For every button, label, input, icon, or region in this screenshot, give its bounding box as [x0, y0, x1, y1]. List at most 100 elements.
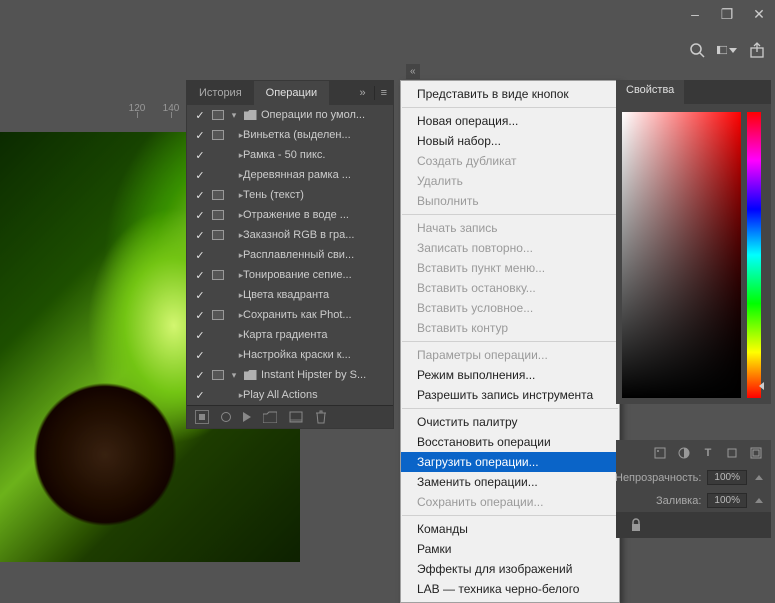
search-icon[interactable] — [687, 40, 707, 60]
filter-smart-icon[interactable] — [749, 446, 763, 460]
menu-item[interactable]: Эффекты для изображений — [401, 559, 619, 579]
color-field[interactable] — [622, 112, 741, 398]
menu-item[interactable]: Режим выполнения... — [401, 365, 619, 385]
toggle-checkmark[interactable]: ✓ — [191, 229, 209, 242]
panel-overflow-icon[interactable]: » — [351, 87, 373, 99]
menu-item: Записать повторно... — [401, 238, 619, 258]
toggle-checkmark[interactable]: ✓ — [191, 269, 209, 282]
chevron-right-icon[interactable]: ▸ — [227, 190, 241, 201]
hue-slider-handle[interactable] — [759, 382, 764, 390]
lock-icon[interactable] — [630, 518, 757, 532]
filter-image-icon[interactable] — [653, 446, 667, 460]
chevron-right-icon[interactable]: ▸ — [227, 170, 241, 181]
action-row[interactable]: ✓▸Карта градиента — [187, 325, 393, 345]
action-row[interactable]: ✓▸Тень (текст) — [187, 185, 393, 205]
stop-record-icon[interactable] — [195, 410, 209, 424]
panel-collapse-icon[interactable]: « — [406, 64, 420, 79]
chevron-right-icon[interactable]: ▸ — [227, 290, 241, 301]
dialog-toggle[interactable] — [209, 210, 227, 220]
close-button[interactable]: ✕ — [743, 2, 775, 26]
filter-shape-icon[interactable] — [725, 446, 739, 460]
chevron-right-icon[interactable]: ▸ — [227, 330, 241, 341]
chevron-right-icon[interactable]: ▸ — [227, 390, 241, 401]
minimize-button[interactable]: – — [679, 2, 711, 26]
chevron-right-icon[interactable]: ▸ — [227, 270, 241, 281]
toggle-checkmark[interactable]: ✓ — [191, 349, 209, 362]
chevron-right-icon[interactable]: ▸ — [227, 150, 241, 161]
action-row[interactable]: ✓▸Расплавленный сви... — [187, 245, 393, 265]
action-set-row[interactable]: ✓▾Instant Hipster by S... — [187, 365, 393, 385]
tab-properties[interactable]: Свойства — [616, 80, 684, 104]
panel-menu-icon[interactable]: ≡ — [375, 87, 393, 99]
toggle-checkmark[interactable]: ✓ — [191, 309, 209, 322]
toggle-checkmark[interactable]: ✓ — [191, 389, 209, 402]
action-row[interactable]: ✓▸Сохранить как Phot... — [187, 305, 393, 325]
chevron-right-icon[interactable]: ▸ — [227, 350, 241, 361]
play-icon[interactable] — [243, 412, 251, 422]
filter-adjustment-icon[interactable] — [677, 446, 691, 460]
new-set-icon[interactable] — [263, 411, 277, 423]
chevron-down-icon[interactable]: ▾ — [227, 370, 241, 381]
action-row[interactable]: ✓▸Play All Actions — [187, 385, 393, 405]
filter-type-icon[interactable]: T — [701, 446, 715, 460]
action-row[interactable]: ✓▸Деревянная рамка ... — [187, 165, 393, 185]
tab-history[interactable]: История — [187, 81, 254, 105]
share-icon[interactable] — [747, 40, 767, 60]
menu-item[interactable]: Команды — [401, 519, 619, 539]
chevron-right-icon[interactable]: ▸ — [227, 310, 241, 321]
dialog-toggle[interactable] — [209, 230, 227, 240]
action-row[interactable]: ✓▸Виньетка (выделен... — [187, 125, 393, 145]
action-row[interactable]: ✓▸Заказной RGB в гра... — [187, 225, 393, 245]
dialog-toggle[interactable] — [209, 370, 227, 380]
menu-item[interactable]: LAB — техника черно-белого — [401, 579, 619, 599]
tab-actions[interactable]: Операции — [254, 81, 329, 105]
record-icon[interactable] — [221, 412, 231, 422]
toggle-checkmark[interactable]: ✓ — [191, 109, 209, 122]
menu-item[interactable]: Новый набор... — [401, 131, 619, 151]
workspace-icon[interactable] — [717, 40, 737, 60]
menu-item[interactable]: Разрешить запись инструмента — [401, 385, 619, 405]
chevron-right-icon[interactable]: ▸ — [227, 230, 241, 241]
chevron-right-icon[interactable]: ▸ — [227, 130, 241, 141]
fill-dropdown-icon[interactable] — [755, 498, 763, 503]
opacity-value[interactable]: 100% — [707, 470, 747, 485]
menu-item[interactable]: Загрузить операции... — [401, 452, 619, 472]
opacity-dropdown-icon[interactable] — [755, 475, 763, 480]
menu-item[interactable]: Представить в виде кнопок — [401, 84, 619, 104]
menu-item[interactable]: Очистить палитру — [401, 412, 619, 432]
action-row[interactable]: ✓▸Рамка - 50 пикс. — [187, 145, 393, 165]
fill-value[interactable]: 100% — [707, 493, 747, 508]
dialog-toggle[interactable] — [209, 270, 227, 280]
dialog-toggle[interactable] — [209, 190, 227, 200]
menu-item[interactable]: Новая операция... — [401, 111, 619, 131]
toggle-checkmark[interactable]: ✓ — [191, 149, 209, 162]
chevron-down-icon[interactable]: ▾ — [227, 110, 241, 121]
toggle-checkmark[interactable]: ✓ — [191, 329, 209, 342]
maximize-button[interactable]: ❐ — [711, 2, 743, 26]
action-row[interactable]: ✓▸Настройка краски к... — [187, 345, 393, 365]
chevron-right-icon[interactable]: ▸ — [227, 250, 241, 261]
toggle-checkmark[interactable]: ✓ — [191, 249, 209, 262]
toggle-checkmark[interactable]: ✓ — [191, 369, 209, 382]
toggle-checkmark[interactable]: ✓ — [191, 289, 209, 302]
color-picker[interactable] — [616, 104, 771, 404]
toggle-checkmark[interactable]: ✓ — [191, 189, 209, 202]
action-row[interactable]: ✓▸Цвета квадранта — [187, 285, 393, 305]
action-row[interactable]: ✓ ▸Отражение в воде ... — [187, 205, 393, 225]
action-row[interactable]: ✓▸Тонирование сепие... — [187, 265, 393, 285]
toggle-checkmark[interactable]: ✓ — [191, 169, 209, 182]
toggle-checkmark[interactable]: ✓ — [191, 209, 209, 222]
hue-slider[interactable] — [747, 112, 761, 398]
toggle-checkmark[interactable]: ✓ — [191, 129, 209, 142]
dialog-toggle[interactable] — [209, 310, 227, 320]
menu-item[interactable]: Восстановить операции — [401, 432, 619, 452]
menu-item[interactable]: Рамки — [401, 539, 619, 559]
menu-item[interactable]: Заменить операции... — [401, 472, 619, 492]
trash-icon[interactable] — [315, 410, 327, 424]
chevron-right-icon[interactable]: ▸ — [227, 210, 241, 221]
dialog-toggle[interactable] — [209, 130, 227, 140]
action-name: Отражение в воде ... — [241, 209, 393, 221]
action-set-row[interactable]: ✓▾Операции по умол... — [187, 105, 393, 125]
new-action-icon[interactable] — [289, 411, 303, 423]
dialog-toggle[interactable] — [209, 110, 227, 120]
